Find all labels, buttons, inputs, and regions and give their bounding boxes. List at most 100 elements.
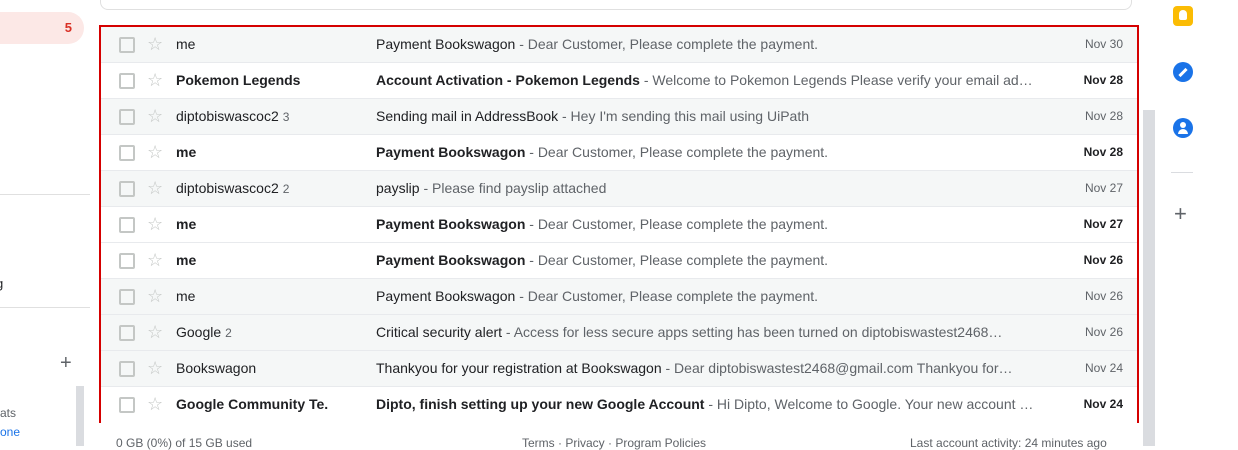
- star-icon[interactable]: ☆: [147, 142, 163, 162]
- tasks-icon[interactable]: [1173, 62, 1193, 82]
- email-subject: Payment Bookswagon: [376, 288, 516, 304]
- sender-name: me: [176, 144, 197, 160]
- email-content: Sending mail in AddressBook - Hey I'm se…: [376, 108, 1036, 124]
- email-subject: payslip: [376, 180, 420, 196]
- sender-name: me: [176, 36, 196, 52]
- sender-name: me: [176, 252, 197, 268]
- email-snippet: - Dear Customer, Please complete the pay…: [525, 144, 829, 160]
- plus-icon[interactable]: +: [60, 352, 72, 375]
- sender-name: Google Community Te.: [176, 396, 329, 412]
- email-subject: Payment Bookswagon: [376, 216, 526, 232]
- email-content: Payment Bookswagon - Dear Customer, Plea…: [376, 216, 1036, 232]
- email-date: Nov 26: [1084, 325, 1123, 339]
- sender-name: diptobiswascoc2: [176, 108, 279, 124]
- email-content: Thankyou for your registration at Booksw…: [376, 360, 1036, 376]
- sidebar-scrollbar[interactable]: [76, 386, 84, 446]
- star-icon[interactable]: ☆: [147, 214, 163, 234]
- select-checkbox[interactable]: [119, 37, 135, 53]
- email-snippet: - Dear Customer, Please complete the pay…: [515, 36, 819, 52]
- main-scrollbar[interactable]: [1143, 110, 1155, 446]
- thread-count: 3: [282, 110, 290, 124]
- email-sender: me: [176, 36, 366, 52]
- select-checkbox[interactable]: [119, 217, 135, 233]
- email-subject: Payment Bookswagon: [376, 144, 526, 160]
- email-subject: Thankyou for your registration at Booksw…: [376, 360, 662, 376]
- email-date: Nov 28: [1083, 73, 1123, 87]
- email-row[interactable]: ☆ Bookswagon Thankyou for your registratio…: [101, 351, 1137, 387]
- email-sender: me: [176, 216, 366, 232]
- star-icon[interactable]: ☆: [147, 178, 163, 198]
- email-content: payslip - Please find payslip attached: [376, 180, 1036, 196]
- email-row[interactable]: ☆ me Payment Bookswagon - Dear Customer, P…: [101, 243, 1137, 279]
- sender-name: Pokemon Legends: [176, 72, 301, 88]
- email-content: Payment Bookswagon - Dear Customer, Plea…: [376, 144, 1036, 160]
- sidebar-hangouts-link[interactable]: one: [0, 425, 20, 439]
- footer-links[interactable]: Terms · Privacy · Program Policies: [522, 436, 706, 450]
- select-checkbox[interactable]: [119, 325, 135, 341]
- email-row[interactable]: ☆ me Payment Bookswagon - Dear Customer, P…: [101, 135, 1137, 171]
- sidebar: 5 g + ats one: [0, 0, 90, 446]
- email-row[interactable]: ☆ diptobiswascoc2 2 payslip - Please find p…: [101, 171, 1137, 207]
- email-subject: Payment Bookswagon: [376, 252, 526, 268]
- email-snippet: - Dear diptobiswastest2468@gmail.com Tha…: [661, 360, 1013, 376]
- email-snippet: - Hey I'm sending this mail using UiPath: [558, 108, 809, 124]
- email-sender: Bookswagon: [176, 360, 366, 376]
- email-date: Nov 24: [1084, 361, 1123, 375]
- email-row[interactable]: ☆ Google 2 Critical security alert - Access…: [101, 315, 1137, 351]
- select-checkbox[interactable]: [119, 181, 135, 197]
- email-row[interactable]: ☆ me Payment Bookswagon - Dear Customer, P…: [101, 207, 1137, 243]
- email-row[interactable]: ☆ Pokemon Legends Account Activation - Pok…: [101, 63, 1137, 99]
- star-icon[interactable]: ☆: [147, 394, 163, 414]
- star-icon[interactable]: ☆: [147, 106, 163, 126]
- star-icon[interactable]: ☆: [147, 70, 163, 90]
- email-content: Payment Bookswagon - Dear Customer, Plea…: [376, 36, 1036, 52]
- select-checkbox[interactable]: [119, 289, 135, 305]
- email-content: Dipto, finish setting up your new Google…: [376, 396, 1036, 412]
- email-subject: Critical security alert: [376, 324, 503, 340]
- email-date: Nov 28: [1083, 145, 1123, 159]
- toolbar-box: [100, 0, 1132, 10]
- email-sender: diptobiswascoc2 3: [176, 108, 366, 124]
- select-checkbox[interactable]: [119, 253, 135, 269]
- select-checkbox[interactable]: [119, 397, 135, 413]
- star-icon[interactable]: ☆: [147, 34, 163, 54]
- sender-name: me: [176, 216, 197, 232]
- star-icon[interactable]: ☆: [147, 322, 163, 342]
- sidebar-item-inbox[interactable]: 5: [0, 12, 84, 44]
- email-content: Payment Bookswagon - Dear Customer, Plea…: [376, 252, 1036, 268]
- email-date: Nov 24: [1083, 397, 1123, 411]
- email-sender: diptobiswascoc2 2: [176, 180, 366, 196]
- email-subject: Payment Bookswagon: [376, 36, 516, 52]
- last-activity[interactable]: Last account activity: 24 minutes ago: [910, 436, 1107, 450]
- email-list: ☆ me Payment Bookswagon - Dear Customer, P…: [99, 25, 1139, 423]
- select-checkbox[interactable]: [119, 361, 135, 377]
- plus-icon[interactable]: +: [1174, 203, 1187, 225]
- email-snippet: - Access for less secure apps setting ha…: [502, 324, 1003, 340]
- select-checkbox[interactable]: [119, 73, 135, 89]
- sidebar-item-label[interactable]: g: [0, 276, 3, 291]
- email-date: Nov 26: [1084, 289, 1123, 303]
- thread-count: 2: [282, 182, 290, 196]
- sidebar-divider: [0, 307, 90, 308]
- star-icon[interactable]: ☆: [147, 250, 163, 270]
- sidebar-divider: [0, 194, 90, 195]
- email-row[interactable]: ☆ me Payment Bookswagon - Dear Customer, P…: [101, 279, 1137, 315]
- select-checkbox[interactable]: [119, 145, 135, 161]
- select-checkbox[interactable]: [119, 109, 135, 125]
- star-icon[interactable]: ☆: [147, 286, 163, 306]
- email-subject: Account Activation - Pokemon Legends: [376, 72, 640, 88]
- email-snippet: - Dear Customer, Please complete the pay…: [525, 216, 829, 232]
- star-icon[interactable]: ☆: [147, 358, 163, 378]
- email-sender: Google 2: [176, 324, 366, 340]
- side-panel: +: [1156, 0, 1208, 446]
- email-sender: Pokemon Legends: [176, 72, 366, 88]
- storage-usage[interactable]: 0 GB (0%) of 15 GB used: [116, 436, 252, 450]
- sender-name: me: [176, 288, 196, 304]
- keep-icon[interactable]: [1173, 6, 1193, 26]
- email-row[interactable]: ☆ diptobiswascoc2 3 Sending mail in Address…: [101, 99, 1137, 135]
- email-row[interactable]: ☆ Google Community Te. Dipto, finish setti…: [101, 387, 1137, 423]
- sidebar-hangouts-label: ats: [0, 406, 17, 420]
- contacts-icon[interactable]: [1173, 118, 1193, 138]
- email-row[interactable]: ☆ me Payment Bookswagon - Dear Customer, P…: [101, 27, 1137, 63]
- email-snippet: - Dear Customer, Please complete the pay…: [525, 252, 829, 268]
